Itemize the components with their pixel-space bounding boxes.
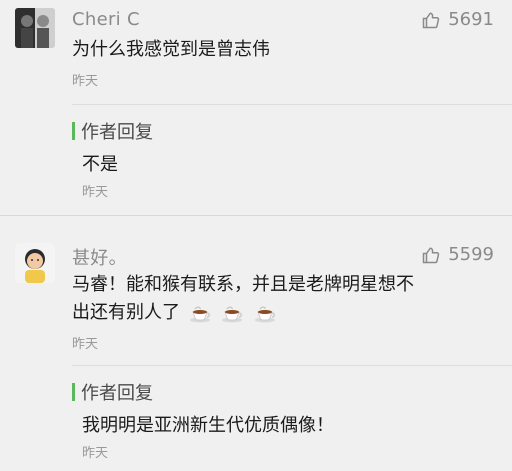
like-count: 5691 bbox=[448, 9, 494, 30]
author-reply-text: 我明明是亚洲新生代优质偶像！ bbox=[82, 415, 334, 436]
user-avatar-photo-icon bbox=[15, 8, 55, 48]
thumbs-up-icon bbox=[422, 11, 440, 29]
comment-text-line-2: 出还有别人了 bbox=[72, 299, 492, 327]
author-reply-label: 作者回复 bbox=[81, 122, 153, 143]
teacup-emoji-icon bbox=[189, 302, 213, 324]
comment-text: 马睿！能和猴有联系，并且是老牌明星想不 出还有别人了 bbox=[72, 271, 492, 327]
comment-separator bbox=[0, 215, 512, 216]
like-button[interactable]: 5599 bbox=[422, 244, 494, 265]
author-reply-header: 作者回复 bbox=[72, 118, 153, 144]
reply-divider bbox=[72, 365, 512, 366]
thumbs-up-icon bbox=[422, 246, 440, 264]
author-reply-text: 不是 bbox=[82, 154, 118, 175]
reply-accent-bar bbox=[72, 383, 75, 401]
teacup-emoji-icon bbox=[221, 302, 245, 324]
reply-divider bbox=[72, 104, 512, 105]
username[interactable]: Cheri C bbox=[72, 9, 140, 30]
comment-text: 为什么我感觉到是曾志伟 bbox=[72, 36, 492, 64]
avatar[interactable] bbox=[15, 243, 55, 283]
like-button[interactable]: 5691 bbox=[422, 9, 494, 30]
comment-item: 甚好。 5599 马睿！能和猴有联系，并且是老牌明星想不 出还有别人了 昨天 作… bbox=[0, 235, 512, 471]
comment-text-line: 马睿！能和猴有联系，并且是老牌明星想不 bbox=[72, 274, 414, 295]
avatar[interactable] bbox=[15, 8, 55, 48]
comment-text-line: 出还有别人了 bbox=[72, 302, 180, 323]
like-count: 5599 bbox=[448, 244, 494, 265]
comment-time: 昨天 bbox=[72, 74, 99, 89]
user-avatar-photo-icon bbox=[15, 243, 55, 283]
comment-item: Cheri C 5691 为什么我感觉到是曾志伟 昨天 作者回复 不是 昨天 bbox=[0, 0, 512, 235]
author-reply-label: 作者回复 bbox=[81, 383, 153, 404]
teacup-emoji-icon bbox=[254, 302, 278, 324]
reply-accent-bar bbox=[72, 122, 75, 140]
username[interactable]: 甚好。 bbox=[72, 244, 127, 270]
author-reply-header: 作者回复 bbox=[72, 379, 153, 405]
comment-time: 昨天 bbox=[72, 337, 99, 352]
author-reply-time: 昨天 bbox=[82, 446, 109, 461]
author-reply-time: 昨天 bbox=[82, 185, 109, 200]
comment-text-line: 为什么我感觉到是曾志伟 bbox=[72, 39, 270, 60]
